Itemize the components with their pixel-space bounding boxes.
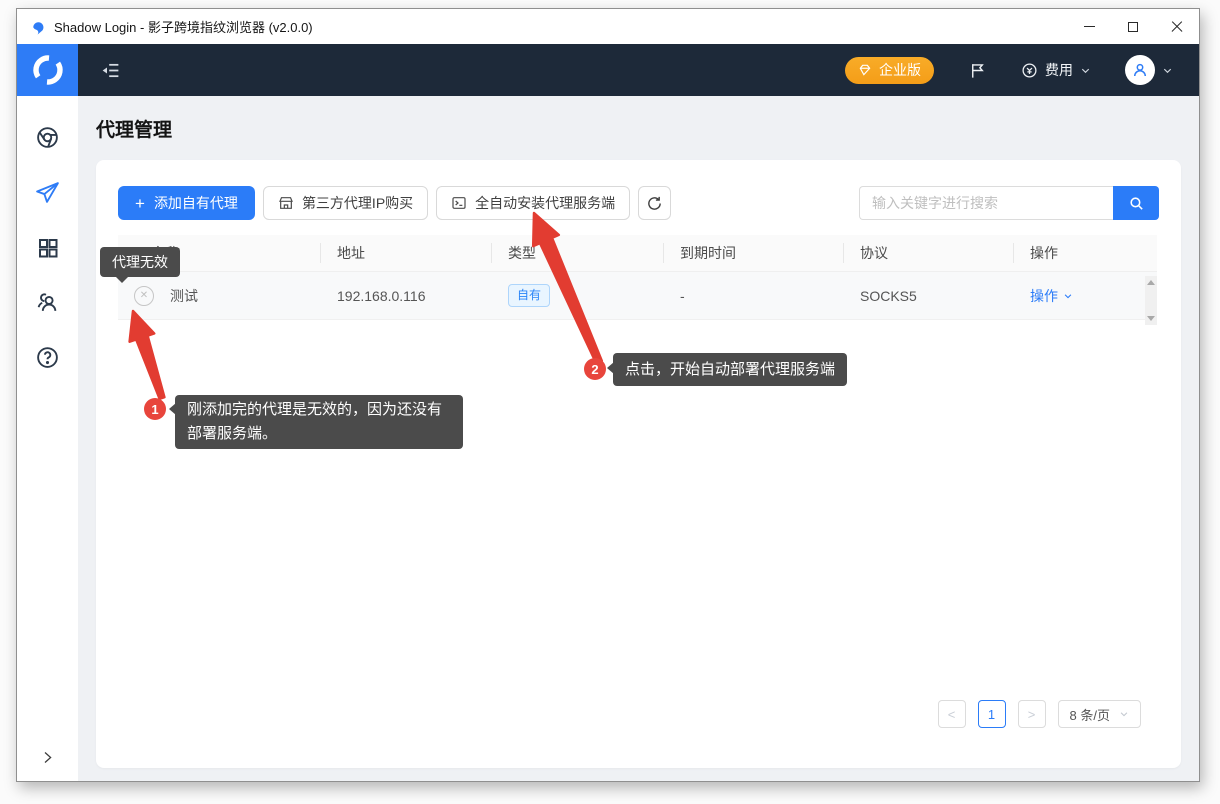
prev-page-button[interactable]: < xyxy=(938,700,966,728)
sidebar-item-apps[interactable] xyxy=(17,220,78,275)
shop-icon xyxy=(278,195,294,211)
page-size-select[interactable]: 8 条/页 xyxy=(1058,700,1141,728)
add-proxy-label: 添加自有代理 xyxy=(154,193,238,213)
enterprise-badge-button[interactable]: 企业版 xyxy=(845,57,934,84)
minimize-icon xyxy=(1084,26,1095,27)
refresh-button[interactable] xyxy=(638,186,671,220)
chrome-browser-icon xyxy=(35,125,60,150)
column-header-type: 类型 xyxy=(492,243,664,263)
diamond-icon xyxy=(858,63,872,77)
table-scrollbar[interactable] xyxy=(1145,276,1157,325)
plus-icon: + xyxy=(135,195,145,212)
next-page-button[interactable]: > xyxy=(1018,700,1046,728)
pagination: < 1 > 8 条/页 xyxy=(938,700,1141,728)
column-header-address: 地址 xyxy=(321,243,492,263)
enterprise-badge-label: 企业版 xyxy=(879,60,921,80)
column-header-expire: 到期时间 xyxy=(664,243,844,263)
scroll-down-icon[interactable] xyxy=(1147,316,1155,321)
scroll-up-icon[interactable] xyxy=(1147,280,1155,285)
chevron-down-icon xyxy=(1080,65,1091,76)
chevron-right-icon xyxy=(40,750,55,765)
column-header-action: 操作 xyxy=(1014,243,1157,263)
current-page-button[interactable]: 1 xyxy=(978,700,1006,728)
proxy-protocol: SOCKS5 xyxy=(844,288,1014,304)
sidebar-expand-button[interactable] xyxy=(17,750,78,765)
top-navbar: 企业版 费用 xyxy=(17,44,1199,96)
step-2-tooltip: 点击，开始自动部署代理服务端 xyxy=(613,353,847,386)
add-proxy-button[interactable]: + 添加自有代理 xyxy=(118,186,255,220)
user-icon xyxy=(1131,61,1149,79)
search-button[interactable] xyxy=(1113,186,1159,220)
row-action-dropdown[interactable]: 操作 xyxy=(1030,286,1073,306)
chevron-down-icon xyxy=(1119,709,1129,719)
sidebar-item-browser[interactable] xyxy=(17,110,78,165)
feedback-flag-button[interactable] xyxy=(968,61,987,80)
brand-swirl-icon xyxy=(30,52,66,88)
sidebar-collapse-button[interactable] xyxy=(100,60,121,81)
billing-coin-icon xyxy=(1021,62,1038,79)
sidebar xyxy=(17,96,78,781)
row-action-label: 操作 xyxy=(1030,286,1058,306)
proxy-table: 名称 地址 类型 到期时间 协议 操作 ✕ 测试 192.168.0.116 自 xyxy=(118,235,1157,320)
maximize-button[interactable] xyxy=(1111,9,1155,44)
step-1-badge: 1 xyxy=(144,398,166,420)
auto-install-button[interactable]: 全自动安装代理服务端 xyxy=(436,186,630,220)
proxy-expire: - xyxy=(664,288,844,304)
app-logo-icon xyxy=(29,18,46,35)
flag-icon xyxy=(968,61,987,80)
billing-menu[interactable]: 费用 xyxy=(1021,60,1091,80)
minimize-button[interactable] xyxy=(1067,9,1111,44)
auto-install-label: 全自动安装代理服务端 xyxy=(475,193,615,213)
apps-grid-icon xyxy=(36,236,60,260)
proxy-invalid-icon: ✕ xyxy=(134,286,154,306)
page-title: 代理管理 xyxy=(96,115,172,142)
maximize-icon xyxy=(1128,22,1138,32)
close-icon xyxy=(1171,21,1183,33)
avatar xyxy=(1125,55,1155,85)
chevron-down-icon xyxy=(1162,65,1173,76)
search-group xyxy=(859,186,1159,220)
step-2-badge: 2 xyxy=(584,358,606,380)
step-1-tooltip: 刚添加完的代理是无效的，因为还没有部署服务端。 xyxy=(175,395,463,449)
table-header: 名称 地址 类型 到期时间 协议 操作 xyxy=(118,235,1157,272)
chevron-down-icon xyxy=(1063,291,1073,301)
close-button[interactable] xyxy=(1155,9,1199,44)
help-icon xyxy=(35,345,60,370)
refresh-icon xyxy=(646,195,663,212)
menu-unfold-icon xyxy=(100,60,121,81)
titlebar: Shadow Login - 影子跨境指纹浏览器 (v2.0.0) xyxy=(17,9,1199,44)
proxy-name: 测试 xyxy=(170,286,198,306)
column-header-protocol: 协议 xyxy=(844,243,1014,263)
proxy-type-tag: 自有 xyxy=(508,284,550,306)
search-input[interactable] xyxy=(859,186,1113,220)
billing-label: 费用 xyxy=(1045,60,1073,80)
toolbar: + 添加自有代理 第三方代理IP购买 全自动安装代理服务端 xyxy=(118,186,1159,220)
proxy-card: + 添加自有代理 第三方代理IP购买 全自动安装代理服务端 xyxy=(96,160,1181,768)
proxy-address: 192.168.0.116 xyxy=(321,288,492,304)
search-icon xyxy=(1128,195,1145,212)
team-icon xyxy=(35,290,60,315)
account-menu[interactable] xyxy=(1125,55,1173,85)
terminal-icon xyxy=(451,195,467,211)
page-size-label: 8 条/页 xyxy=(1070,705,1110,724)
brand-logo[interactable] xyxy=(17,44,78,96)
invalid-proxy-tooltip: 代理无效 xyxy=(100,247,180,277)
buy-ip-button[interactable]: 第三方代理IP购买 xyxy=(263,186,428,220)
window-title: Shadow Login - 影子跨境指纹浏览器 (v2.0.0) xyxy=(54,17,313,36)
table-row: ✕ 测试 192.168.0.116 自有 - SOCKS5 操作 xyxy=(118,272,1157,320)
sidebar-item-help[interactable] xyxy=(17,330,78,385)
paper-plane-icon xyxy=(35,180,60,205)
sidebar-item-proxy[interactable] xyxy=(17,165,78,220)
buy-ip-label: 第三方代理IP购买 xyxy=(302,193,413,213)
sidebar-item-team[interactable] xyxy=(17,275,78,330)
